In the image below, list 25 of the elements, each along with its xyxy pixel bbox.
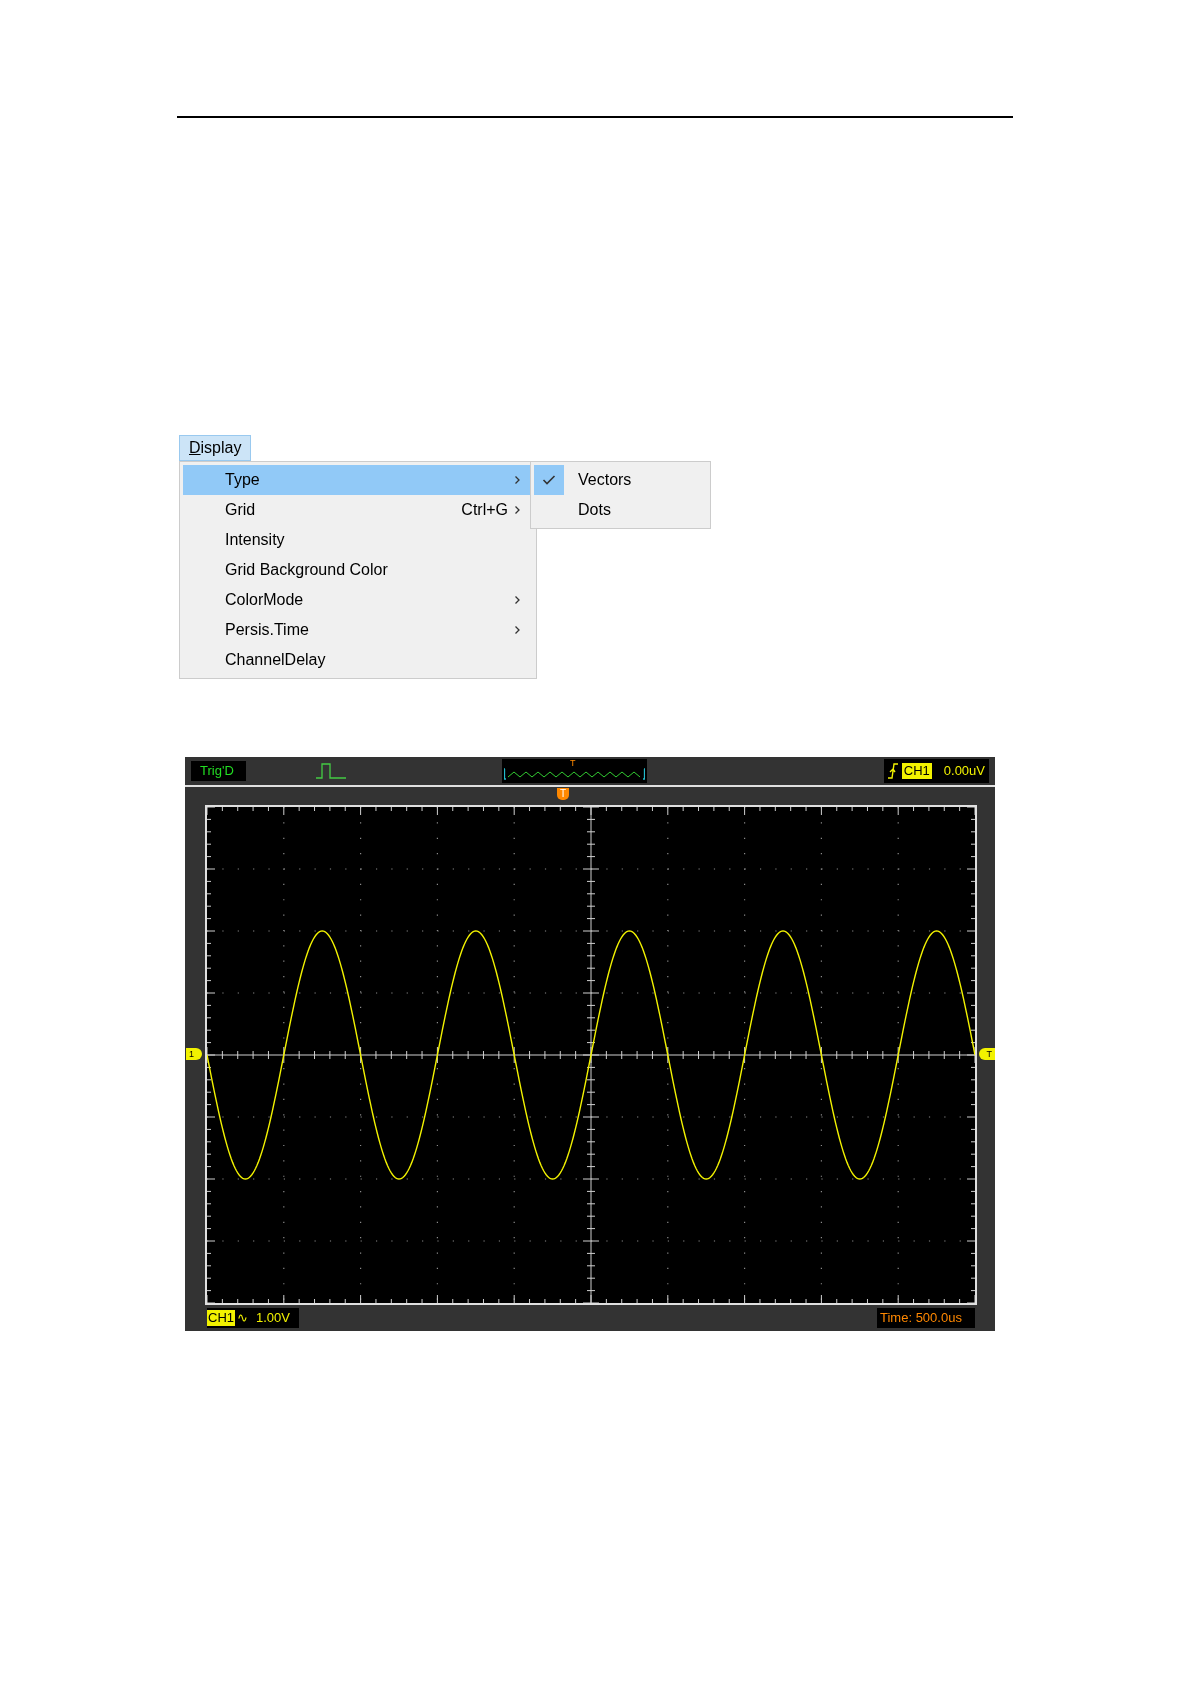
coupling-symbol: ∿ bbox=[237, 1309, 248, 1328]
submenu-item[interactable]: Vectors bbox=[534, 465, 707, 495]
volts-per-div-reading: 1.00V bbox=[256, 1309, 290, 1328]
trigger-channel-label: CH1 bbox=[901, 763, 932, 779]
menu-item[interactable]: Grid Background Color bbox=[183, 555, 533, 585]
menu-item[interactable]: ColorMode bbox=[183, 585, 533, 615]
overview-trigger-marker: T bbox=[570, 759, 576, 768]
trigger-status: Trig'D bbox=[191, 761, 246, 781]
rising-edge-icon bbox=[887, 762, 898, 780]
shortcut-text: Ctrl+G bbox=[461, 500, 508, 520]
trigger-position-marker: T bbox=[557, 788, 569, 800]
timebase-reading: Time: 500.0us bbox=[877, 1308, 975, 1328]
menu-item[interactable]: Grid Ctrl+G bbox=[183, 495, 533, 525]
channel-marker: 1 bbox=[186, 1048, 202, 1060]
display-menu-title[interactable]: Display bbox=[179, 435, 252, 461]
trigger-level-marker: T bbox=[979, 1048, 995, 1060]
menu-item[interactable]: ChannelDelay bbox=[183, 645, 533, 675]
menu-item[interactable]: Persis.Time bbox=[183, 615, 533, 645]
menu-item[interactable]: Type bbox=[183, 465, 533, 495]
pulse-icon bbox=[316, 762, 346, 780]
check-icon bbox=[542, 474, 556, 486]
channel-label: CH1 bbox=[207, 1310, 235, 1326]
menu-item[interactable]: Intensity bbox=[183, 525, 533, 555]
trigger-level-reading: 0.00uV bbox=[943, 762, 985, 781]
submenu-item[interactable]: Dots bbox=[534, 495, 707, 525]
